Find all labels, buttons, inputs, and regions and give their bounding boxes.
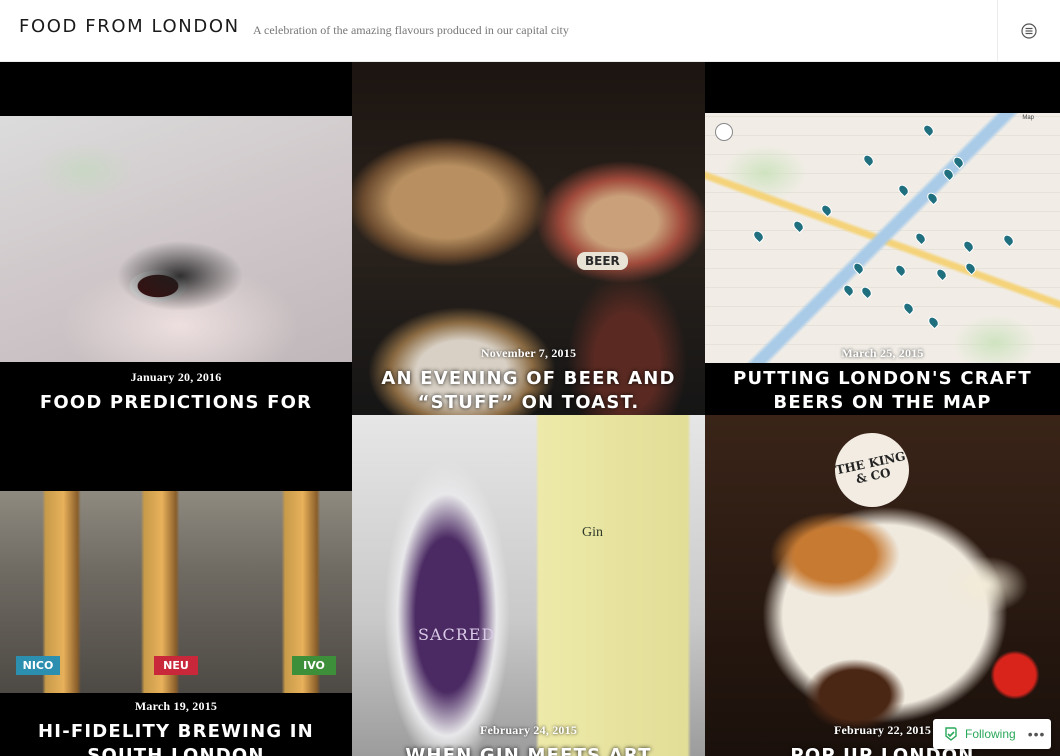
map-pin-icon xyxy=(792,219,805,233)
gin-bottle-label: SACRED xyxy=(418,625,496,644)
map-pin-icon xyxy=(894,263,907,277)
map-pin-icon xyxy=(902,301,915,315)
map-pin-icon xyxy=(852,261,865,275)
post-date[interactable]: November 7, 2015 xyxy=(352,346,705,361)
gin-book-title: Gin xyxy=(582,525,603,540)
menu-toggle-button[interactable] xyxy=(997,0,1060,61)
following-label: Following xyxy=(965,727,1016,741)
map-pin-icon xyxy=(962,239,975,253)
post-thumbnail-beer-bottles: NICO NEU IVO xyxy=(0,491,352,693)
site-title[interactable]: FOOD FROM LONDON xyxy=(19,16,240,37)
wordpress-follow-icon xyxy=(945,727,957,741)
map-pin-icon xyxy=(922,123,935,137)
post-title[interactable]: PUTTING LONDON'S CRAFT BEERS ON THE MAP xyxy=(719,367,1046,414)
post-title[interactable]: AN EVENING OF BEER AND “STUFF” ON TOAST. xyxy=(366,367,691,415)
post-title[interactable]: WHEN GIN MEETS ART xyxy=(366,744,691,756)
post-thumbnail-map: Map xyxy=(705,113,1060,363)
more-options-icon[interactable]: ••• xyxy=(1028,726,1046,742)
map-pin-icon xyxy=(842,283,855,297)
site-header: FOOD FROM LONDON A celebration of the am… xyxy=(0,0,1060,62)
map-pin-icon xyxy=(897,183,910,197)
post-date[interactable]: March 25, 2015 xyxy=(705,346,1060,361)
bottle-label: NEU xyxy=(154,656,198,675)
post-meta: January 20, 2016 FOOD PREDICTIONS FOR 20… xyxy=(0,370,352,414)
map-pin-icon xyxy=(862,153,875,167)
site-description: A celebration of the amazing flavours pr… xyxy=(253,23,569,37)
map-pin-icon xyxy=(926,191,939,205)
map-pin-icon xyxy=(1002,233,1015,247)
map-pin-icon xyxy=(942,167,955,181)
post-title[interactable]: HI-FIDELITY BREWING IN SOUTH LONDON xyxy=(14,720,338,756)
post-thumbnail-cocktail xyxy=(0,116,352,362)
post-card-evening-of-beer[interactable]: BEER November 7, 2015 AN EVENING OF BEER… xyxy=(352,62,705,415)
map-pin-icon xyxy=(964,261,977,275)
map-fullscreen-icon xyxy=(715,123,733,141)
post-date[interactable]: March 19, 2015 xyxy=(0,699,352,714)
map-label: Map xyxy=(1022,115,1034,121)
map-pin-icon xyxy=(860,285,873,299)
map-pin-icon xyxy=(927,315,940,329)
post-date[interactable]: February 24, 2015 xyxy=(352,723,705,738)
map-pin-icon xyxy=(914,231,927,245)
post-thumbnail-pop-up-food: THE KING & CO xyxy=(705,415,1060,756)
post-card-pop-up-london[interactable]: THE KING & CO February 22, 2015 POP UP L… xyxy=(705,415,1060,756)
restaurant-badge: THE KING & CO xyxy=(828,426,916,514)
post-date[interactable]: January 20, 2016 xyxy=(0,370,352,385)
map-pin-icon xyxy=(952,155,965,169)
post-thumbnail-gin: Gin SACRED xyxy=(352,415,705,756)
post-card-gin-meets-art[interactable]: Gin SACRED February 24, 2015 WHEN GIN ME… xyxy=(352,415,705,756)
following-button[interactable]: Following ••• xyxy=(933,719,1051,749)
menu-toggle-icon xyxy=(1021,22,1037,39)
post-meta: March 19, 2015 HI-FIDELITY BREWING IN SO… xyxy=(0,699,352,756)
map-pin-icon xyxy=(820,203,833,217)
post-card-craft-beers-map[interactable]: Map March 25, 2015 PUTTING LONDON'S CRAF… xyxy=(705,62,1060,414)
bottle-label: NICO xyxy=(16,656,60,675)
post-card-hi-fidelity-brewing[interactable]: NICO NEU IVO March 19, 2015 HI-FIDELITY … xyxy=(0,414,352,756)
post-card-food-predictions[interactable]: January 20, 2016 FOOD PREDICTIONS FOR 20… xyxy=(0,62,352,414)
post-meta: November 7, 2015 AN EVENING OF BEER AND … xyxy=(352,346,705,415)
post-meta: March 25, 2015 PUTTING LONDON'S CRAFT BE… xyxy=(705,346,1060,414)
map-pin-icon xyxy=(752,229,765,243)
bottle-label: IVO xyxy=(292,656,336,675)
beer-glass-sign: BEER xyxy=(577,252,628,270)
post-title[interactable]: FOOD PREDICTIONS FOR 2016 xyxy=(14,391,338,414)
map-pin-icon xyxy=(935,267,948,281)
post-meta: February 24, 2015 WHEN GIN MEETS ART xyxy=(352,723,705,756)
